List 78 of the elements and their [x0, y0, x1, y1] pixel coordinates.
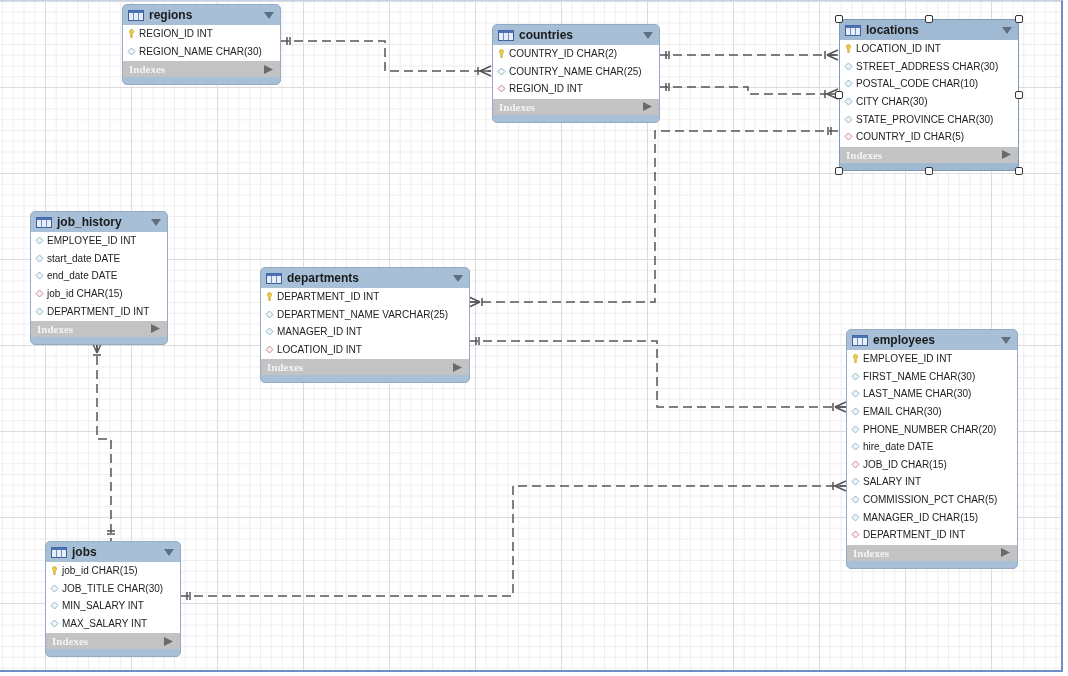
key-icon: [851, 354, 860, 364]
column-label: CITY CHAR(30): [856, 96, 928, 108]
expand-arrow-icon[interactable]: [264, 64, 273, 74]
column-label: COUNTRY_ID CHAR(5): [856, 131, 965, 143]
column-label: LAST_NAME CHAR(30): [863, 388, 972, 400]
key-icon: [844, 44, 853, 54]
expand-arrow-icon[interactable]: [1002, 150, 1011, 160]
table-icon: [266, 272, 282, 284]
column-label: COMMISSION_PCT CHAR(5): [863, 494, 998, 506]
column-label: hire_date DATE: [863, 441, 934, 453]
key-icon: [50, 566, 59, 576]
collapse-arrow-icon[interactable]: [164, 548, 174, 556]
table-title: regions: [149, 8, 194, 22]
column-label: STATE_PROVINCE CHAR(30): [856, 113, 994, 125]
column-label: start_date DATE: [47, 252, 121, 264]
collapse-arrow-icon[interactable]: [453, 274, 463, 282]
resize-handle[interactable]: [1015, 91, 1023, 99]
column-label: job_id CHAR(15): [47, 288, 123, 300]
column-label: SALARY INT: [863, 476, 921, 488]
resize-handle[interactable]: [925, 167, 933, 175]
column-label: COUNTRY_ID CHAR(2): [509, 48, 618, 60]
expand-arrow-icon[interactable]: [151, 324, 160, 334]
table-title: jobs: [72, 545, 98, 559]
column-label: REGION_ID INT: [509, 83, 583, 95]
column-label: STREET_ADDRESS CHAR(30): [856, 60, 999, 72]
collapse-arrow-icon[interactable]: [264, 11, 274, 19]
table-title: locations: [866, 23, 920, 37]
collapse-arrow-icon[interactable]: [1001, 336, 1011, 344]
expand-arrow-icon[interactable]: [643, 102, 652, 112]
key-icon: [265, 292, 274, 302]
column-label: JOB_TITLE CHAR(30): [62, 582, 164, 594]
column-label: job_id CHAR(15): [62, 565, 138, 577]
table-icon: [128, 9, 144, 21]
table-icon: [852, 334, 868, 346]
collapse-arrow-icon[interactable]: [151, 218, 161, 226]
table-title: job_history: [57, 215, 123, 229]
column-label: EMPLOYEE_ID INT: [47, 235, 137, 247]
table-icon: [51, 546, 67, 558]
column-label: EMPLOYEE_ID INT: [863, 353, 953, 365]
table-title: employees: [873, 333, 937, 347]
column-label: POSTAL_CODE CHAR(10): [856, 78, 979, 90]
resize-handle[interactable]: [835, 167, 843, 175]
column-label: EMAIL CHAR(30): [863, 406, 942, 418]
resize-handle[interactable]: [925, 15, 933, 23]
expand-arrow-icon[interactable]: [164, 636, 173, 646]
column-label: end_date DATE: [47, 270, 118, 282]
expand-arrow-icon[interactable]: [453, 362, 462, 372]
diamond-icon: [127, 46, 136, 56]
column-label: REGION_ID INT: [139, 28, 213, 40]
table-title: countries: [519, 28, 574, 42]
column-label: JOB_ID CHAR(15): [863, 458, 947, 470]
column-label: DEPARTMENT_ID INT: [277, 291, 380, 303]
key-icon: [497, 49, 506, 59]
table-icon: [36, 216, 52, 228]
expand-arrow-icon[interactable]: [1001, 548, 1010, 558]
table-card[interactable]: [846, 329, 1018, 569]
column-label: MANAGER_ID INT: [277, 326, 362, 338]
collapse-arrow-icon[interactable]: [643, 31, 653, 39]
column-label: MAX_SALARY INT: [62, 618, 148, 630]
key-icon: [127, 29, 136, 39]
resize-handle[interactable]: [1015, 15, 1023, 23]
resize-handle[interactable]: [835, 15, 843, 23]
column-label: REGION_NAME CHAR(30): [139, 45, 262, 57]
column-label: PHONE_NUMBER CHAR(20): [863, 423, 997, 435]
column-label: DEPARTMENT_NAME VARCHAR(25): [277, 308, 449, 320]
column-label: DEPARTMENT_ID INT: [47, 305, 150, 317]
resize-handle[interactable]: [835, 91, 843, 99]
resize-handle[interactable]: [1015, 167, 1023, 175]
column-label: LOCATION_ID INT: [277, 344, 362, 356]
table-title: departments: [287, 271, 361, 285]
column-label: DEPARTMENT_ID INT: [863, 529, 966, 541]
column-label: LOCATION_ID INT: [856, 43, 941, 55]
column-label: FIRST_NAME CHAR(30): [863, 370, 976, 382]
column-label: MIN_SALARY INT: [62, 600, 144, 612]
column-label: COUNTRY_NAME CHAR(25): [509, 65, 642, 77]
column-label: MANAGER_ID CHAR(15): [863, 511, 979, 523]
table-icon: [498, 29, 514, 41]
table-icon: [845, 24, 861, 36]
